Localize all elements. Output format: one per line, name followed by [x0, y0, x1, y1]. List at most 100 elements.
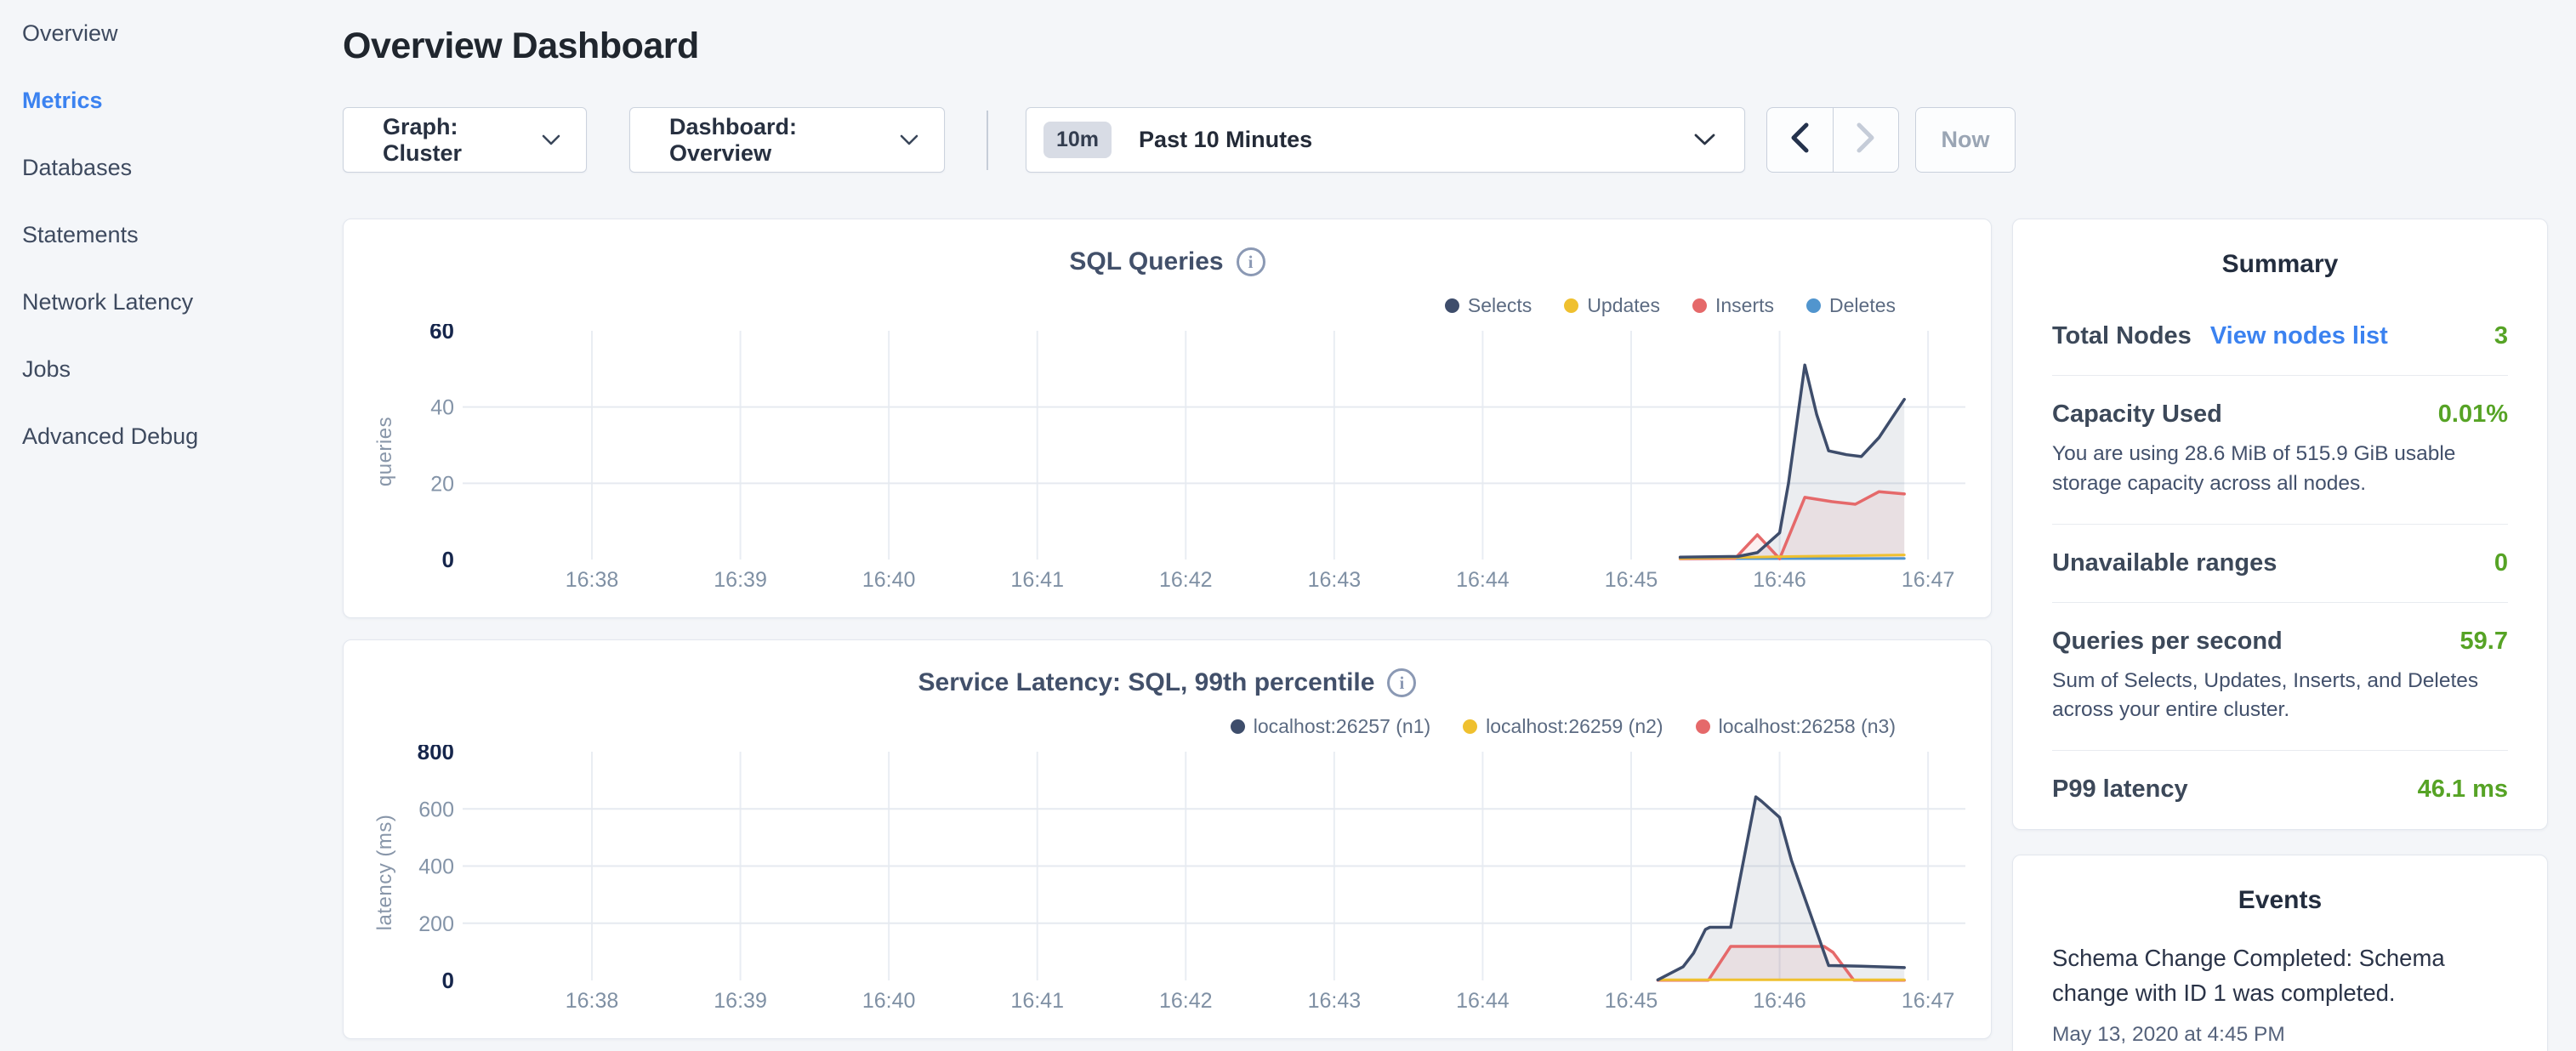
now-button[interactable]: Now [1915, 107, 2016, 173]
y-axis-tick-label: 200 [418, 912, 454, 936]
previous-range-button[interactable] [1767, 108, 1834, 172]
x-axis-tick-label: 16:47 [1902, 568, 1955, 592]
legend-dot-icon [1231, 719, 1245, 734]
time-range-label: Past 10 Minutes [1139, 127, 1312, 153]
x-axis-tick-label: 16:43 [1308, 568, 1362, 592]
x-axis-tick-label: 16:45 [1605, 989, 1658, 1013]
events-panel: Events Schema Change Completed: Schema c… [2012, 855, 2548, 1051]
legend-dot-icon [1564, 298, 1578, 313]
sidebar-item-label: Databases [22, 155, 132, 181]
summary-row-main: Capacity Used 0.01% [2052, 401, 2508, 429]
sidebar-nav: Overview Metrics Databases Statements Networ… [0, 0, 342, 1051]
time-range-picker[interactable]: 10m Past 10 Minutes [1026, 107, 1745, 173]
sql-queries-chart-card: SQL Queries i Selects Updates Inserts Deletes… [343, 219, 1992, 618]
chevron-right-icon [1857, 122, 1875, 157]
y-axis-tick-label: 800 [418, 745, 454, 764]
controls-divider [987, 111, 988, 170]
sidebar-item-label: Metrics [22, 88, 103, 114]
chart-plot: 020406016:3816:3916:4016:4116:4216:4316:… [344, 324, 1993, 619]
sidebar-item-advanced-debug[interactable]: Advanced Debug [0, 403, 342, 470]
legend-dot-icon [1696, 719, 1710, 734]
summary-row-label: Capacity Used [2052, 401, 2222, 429]
sidebar-list: Overview Metrics Databases Statements Networ… [0, 0, 342, 470]
page-title: Overview Dashboard [343, 26, 699, 67]
x-axis-tick-label: 16:39 [714, 568, 767, 592]
x-axis-tick-label: 16:45 [1605, 568, 1658, 592]
dashboard-select[interactable]: Dashboard: Overview [629, 107, 945, 173]
legend-item-localhost-26259-n2[interactable]: localhost:26259 (n2) [1463, 715, 1663, 738]
sidebar-item-overview[interactable]: Overview [0, 0, 342, 67]
summary-row-description: You are using 28.6 MiB of 515.9 GiB usab… [2052, 440, 2508, 499]
summary-row-value: 59.7 [2460, 628, 2508, 656]
sidebar-item-databases[interactable]: Databases [0, 134, 342, 202]
chevron-down-icon [1694, 134, 1715, 146]
legend-item-updates[interactable]: Updates [1564, 294, 1660, 317]
x-axis-tick-label: 16:40 [862, 568, 916, 592]
summary-row-main: Total NodesView nodes list3 [2052, 322, 2508, 350]
summary-row-value: 46.1 ms [2418, 775, 2508, 804]
sidebar-item-jobs[interactable]: Jobs [0, 336, 342, 403]
summary-panel: Summary Total NodesView nodes list3Capac… [2012, 219, 2548, 830]
summary-row-p99-latency: P99 latency46.1 ms [2052, 750, 2508, 828]
y-axis-title: queries [373, 417, 396, 486]
x-axis-tick-label: 16:38 [566, 989, 619, 1013]
x-axis-tick-label: 16:41 [1010, 989, 1064, 1013]
sidebar-item-label: Overview [22, 20, 118, 47]
legend-label: localhost:26257 (n1) [1254, 715, 1430, 738]
now-button-label: Now [1942, 127, 1990, 153]
summary-row-description: Sum of Selects, Updates, Inserts, and De… [2052, 667, 2508, 726]
x-axis-tick-label: 16:39 [714, 989, 767, 1013]
chart-plot: 020040060080016:3816:3916:4016:4116:4216… [344, 745, 1993, 1040]
x-axis-tick-label: 16:42 [1159, 568, 1213, 592]
event-list-item[interactable]: Schema Change Completed: Schema change w… [2052, 940, 2508, 1047]
sidebar-item-network-latency[interactable]: Network Latency [0, 269, 342, 336]
y-axis-tick-label: 40 [430, 396, 454, 420]
chart-title: Service Latency: SQL, 99th percentile [918, 668, 1375, 697]
legend-item-selects[interactable]: Selects [1445, 294, 1532, 317]
summary-row-main: Unavailable ranges0 [2052, 549, 2508, 577]
x-axis-tick-label: 16:41 [1010, 568, 1064, 592]
y-axis-tick-label: 20 [430, 472, 454, 496]
legend-label: Deletes [1829, 294, 1896, 317]
info-icon[interactable]: i [1237, 247, 1265, 276]
x-axis-tick-label: 16:47 [1902, 989, 1955, 1013]
graph-scope-label: Graph: Cluster [383, 114, 526, 167]
legend-item-deletes[interactable]: Deletes [1806, 294, 1896, 317]
sidebar-item-statements[interactable]: Statements [0, 202, 342, 269]
legend-item-localhost-26258-n3[interactable]: localhost:26258 (n3) [1696, 715, 1896, 738]
info-icon[interactable]: i [1387, 668, 1416, 697]
sidebar-item-label: Network Latency [22, 289, 193, 315]
legend-item-localhost-26257-n1[interactable]: localhost:26257 (n1) [1231, 715, 1430, 738]
sidebar-item-label: Jobs [22, 356, 71, 383]
y-axis-tick-label: 60 [429, 324, 454, 344]
summary-row-total-nodes: Total NodesView nodes list3 [2052, 298, 2508, 375]
x-axis-tick-label: 16:46 [1753, 568, 1806, 592]
summary-row-value: 3 [2494, 322, 2508, 350]
x-axis-tick-label: 16:42 [1159, 989, 1213, 1013]
event-text: Schema Change Completed: Schema change w… [2052, 940, 2508, 1011]
next-range-button[interactable] [1834, 108, 1899, 172]
chart-legend: localhost:26257 (n1) localhost:26259 (n2)… [1231, 715, 1896, 738]
sidebar-item-metrics[interactable]: Metrics [0, 67, 342, 134]
x-axis-tick-label: 16:46 [1753, 989, 1806, 1013]
chart-legend: Selects Updates Inserts Deletes [1445, 294, 1896, 317]
view-nodes-list-link[interactable]: View nodes list [2210, 322, 2388, 350]
summary-row-queries-per-second: Queries per second 59.7 Sum of Selects, Up… [2052, 602, 2508, 751]
summary-row-value: 0 [2494, 549, 2508, 577]
graph-scope-select[interactable]: Graph: Cluster [343, 107, 587, 173]
chart-title: SQL Queries [1069, 247, 1223, 276]
legend-item-inserts[interactable]: Inserts [1692, 294, 1774, 317]
summary-row-value: 0.01% [2438, 401, 2508, 429]
summary-row-main: Queries per second 59.7 [2052, 628, 2508, 656]
chart-title-row: Service Latency: SQL, 99th percentile i [344, 668, 1991, 697]
summary-row-label: Queries per second [2052, 628, 2283, 656]
chevron-left-icon [1790, 122, 1809, 157]
legend-label: localhost:26259 (n2) [1486, 715, 1663, 738]
events-title: Events [2013, 886, 2547, 915]
sidebar-item-label: Statements [22, 222, 139, 248]
y-axis-title: latency (ms) [373, 815, 396, 931]
summary-title: Summary [2013, 250, 2547, 279]
admin-ui-page: Overview Metrics Databases Statements Networ… [0, 0, 2576, 1051]
legend-label: localhost:26258 (n3) [1719, 715, 1896, 738]
x-axis-tick-label: 16:40 [862, 989, 916, 1013]
